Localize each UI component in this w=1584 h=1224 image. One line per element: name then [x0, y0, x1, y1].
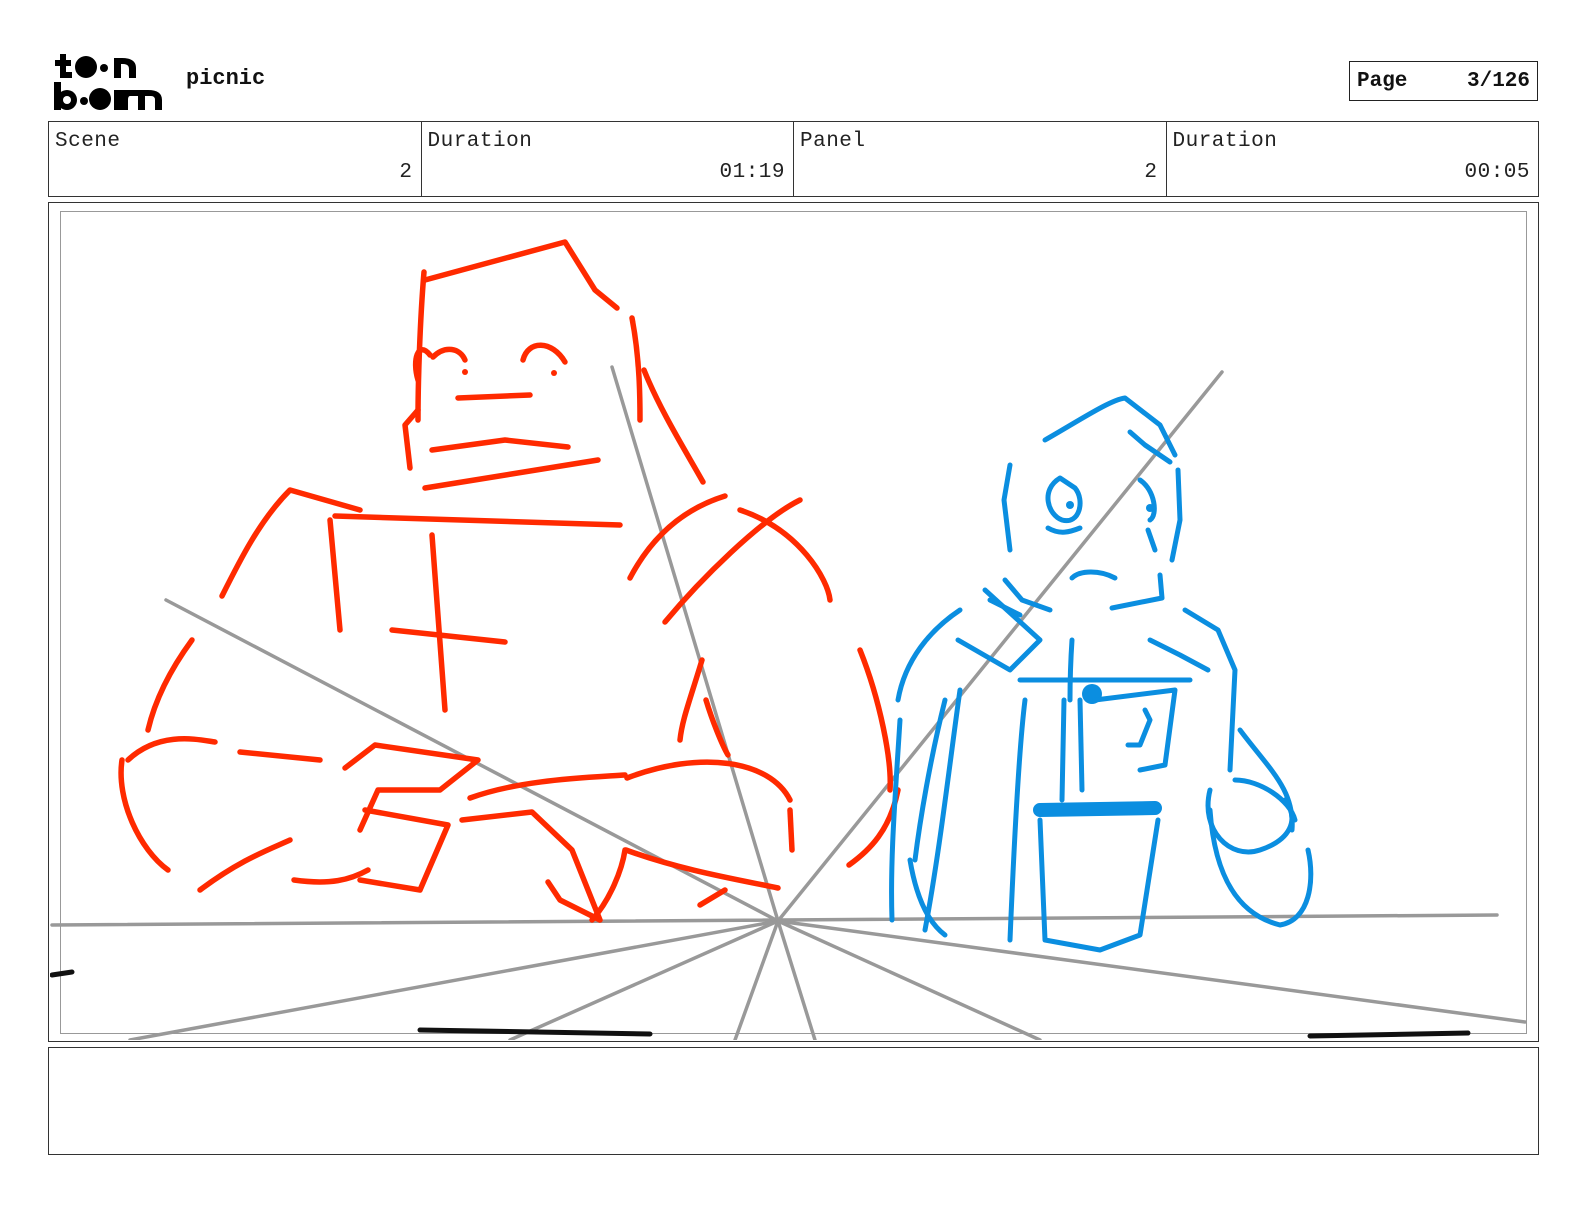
project-title: picnic	[186, 66, 266, 91]
storyboard-safe-area	[60, 211, 1527, 1034]
page-label: Page	[1357, 69, 1408, 93]
scene-cell: Scene 2	[49, 122, 422, 196]
scene-duration-label: Duration	[427, 130, 533, 153]
panel-duration-cell: Duration 00:05	[1167, 122, 1539, 196]
scene-duration-value: 01:19	[719, 161, 785, 184]
panel-value: 2	[1144, 161, 1158, 184]
panel-notes-box	[48, 1047, 1539, 1155]
panel-label: Panel	[800, 130, 866, 153]
panel-info-row: Scene 2 Duration 01:19 Panel 2 Duration …	[48, 121, 1539, 197]
panel-cell: Panel 2	[794, 122, 1167, 196]
scene-label: Scene	[55, 130, 121, 153]
page-indicator: Page 3/126	[1349, 61, 1538, 101]
scene-duration-cell: Duration 01:19	[422, 122, 794, 196]
toonboom-logo	[54, 54, 162, 110]
panel-duration-value: 00:05	[1464, 161, 1530, 184]
scene-value: 2	[399, 161, 413, 184]
page-number: 3/126	[1466, 69, 1530, 93]
panel-duration-label: Duration	[1172, 130, 1278, 153]
